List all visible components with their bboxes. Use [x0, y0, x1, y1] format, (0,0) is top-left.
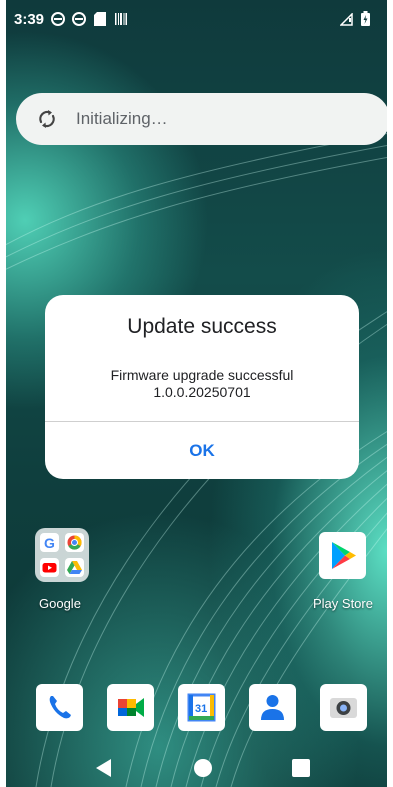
camera-app[interactable] [320, 684, 367, 731]
dialog-version: 1.0.0.20250701 [153, 384, 251, 400]
calendar-icon: 31 [187, 693, 216, 722]
battery-icon [361, 11, 370, 26]
sd-card-icon [94, 12, 106, 26]
svg-text:31: 31 [195, 703, 207, 715]
circle-notification-icon [51, 12, 65, 26]
contacts-app[interactable] [249, 684, 296, 731]
svg-text:G: G [44, 535, 55, 551]
back-icon[interactable] [96, 759, 112, 777]
ok-button[interactable]: OK [45, 422, 359, 479]
calendar-app[interactable]: 31 [178, 684, 225, 731]
youtube-icon [40, 558, 59, 577]
search-widget[interactable]: Initializing… [16, 93, 387, 145]
circle-notification-icon [72, 12, 86, 26]
contacts-icon [261, 695, 284, 720]
chrome-icon [65, 533, 84, 552]
home-icon[interactable] [193, 758, 213, 778]
drive-icon [65, 558, 84, 577]
dialog-title: Update success [127, 315, 277, 338]
phone-icon [49, 696, 71, 719]
google-folder-label: Google [39, 596, 81, 611]
phone-app[interactable] [36, 684, 83, 731]
meet-icon [118, 698, 144, 717]
signal-icon [340, 13, 353, 26]
update-dialog: Update success Firmware upgrade successf… [45, 295, 359, 479]
play-store-label: Play Store [313, 596, 373, 611]
google-folder[interactable]: G [35, 528, 89, 582]
search-status-text: Initializing… [76, 109, 168, 128]
play-store-icon [332, 542, 356, 569]
play-store-app[interactable] [319, 532, 366, 579]
dialog-message: Firmware upgrade successful [110, 367, 294, 383]
recents-icon[interactable] [292, 759, 310, 777]
google-search-icon: G [40, 533, 59, 552]
navigation-bar [6, 738, 387, 787]
barcode-icon [115, 13, 127, 25]
sync-icon [39, 110, 55, 128]
status-time: 3:39 [14, 11, 45, 28]
camera-icon [330, 698, 357, 718]
status-bar: 3:39 [6, 0, 387, 40]
meet-app[interactable] [107, 684, 154, 731]
home-screen: 3:39 Initializing… Update success Firmwa… [6, 0, 387, 787]
